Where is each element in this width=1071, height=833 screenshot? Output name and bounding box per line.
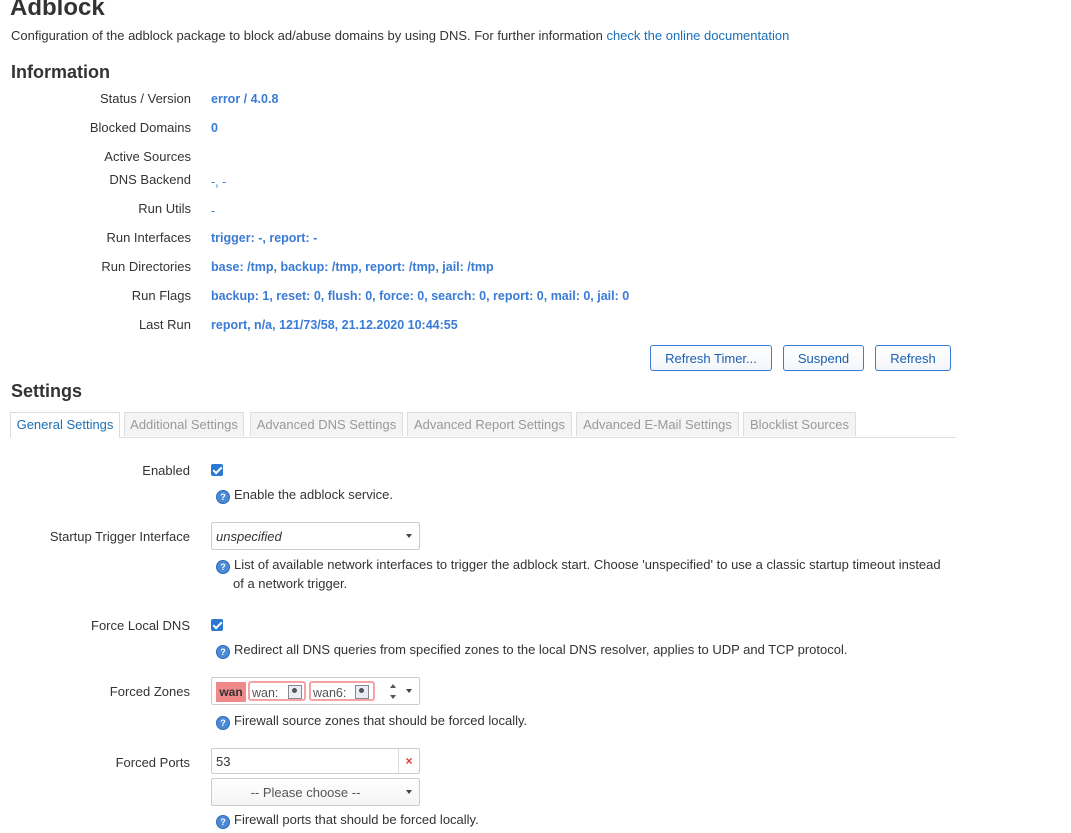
- info-value: error / 4.0.8: [211, 92, 279, 106]
- zone-wan-active[interactable]: wan: [216, 682, 246, 702]
- help-icon: ?: [216, 560, 230, 574]
- info-label: Run Directories: [101, 259, 191, 274]
- info-row-run-directories: Run Directories base: /tmp, backup: /tmp…: [0, 259, 700, 279]
- refresh-button[interactable]: Refresh: [875, 345, 951, 371]
- info-value: trigger: -, report: -: [211, 231, 318, 245]
- info-value: base: /tmp, backup: /tmp, report: /tmp, …: [211, 260, 494, 274]
- page-description: Configuration of the adblock package to …: [11, 28, 789, 43]
- force-local-dns-checkbox[interactable]: [211, 619, 223, 631]
- startup-trigger-select[interactable]: unspecified: [211, 522, 420, 550]
- info-value: backup: 1, reset: 0, flush: 0, force: 0,…: [211, 289, 630, 303]
- info-label: Run Utils: [138, 201, 191, 216]
- help-icon: ?: [216, 645, 230, 659]
- remove-port-button[interactable]: ×: [398, 749, 419, 773]
- settings-section-title: Settings: [11, 381, 83, 401]
- force-local-dns-help: ? Redirect all DNS queries from specified…: [216, 640, 946, 659]
- forced-ports-label: Forced Ports: [115, 755, 190, 770]
- info-label: Run Interfaces: [106, 230, 191, 245]
- help-text: Firewall ports that should be forced loc…: [234, 812, 479, 827]
- info-label: Active Sources: [104, 149, 191, 164]
- info-row-status: Status / Version error / 4.0.8: [0, 91, 700, 111]
- info-row-blocked-domains: Blocked Domains 0: [0, 120, 700, 140]
- tab-advanced-email-settings[interactable]: Advanced E-Mail Settings: [576, 412, 739, 436]
- help-icon: ?: [216, 490, 230, 504]
- info-value: -: [211, 204, 216, 218]
- startup-trigger-label: Startup Trigger Interface: [49, 529, 190, 544]
- choose-placeholder: -- Please choose --: [250, 785, 361, 800]
- zone-chip-wan6[interactable]: wan6:: [309, 681, 375, 701]
- info-label: Blocked Domains: [89, 120, 191, 135]
- settings-tabs: General Settings Additional Settings Adv…: [10, 412, 956, 438]
- suspend-button[interactable]: Suspend: [783, 345, 864, 371]
- info-row-run-flags: Run Flags backup: 1, reset: 0, flush: 0,…: [0, 288, 700, 308]
- forced-zones-help: ? Firewall source zones that should be fo…: [216, 711, 946, 730]
- chevron-down-icon: [406, 534, 412, 538]
- info-label: DNS Backend: [109, 172, 191, 187]
- info-label: Last Run: [138, 317, 191, 332]
- help-text: List of available network interfaces to …: [233, 557, 941, 591]
- info-value: report, n/a, 121/73/58, 21.12.2020 10:44…: [211, 318, 458, 332]
- info-value: -, -: [211, 175, 227, 189]
- help-icon: ?: [216, 716, 230, 730]
- enabled-checkbox[interactable]: [211, 464, 223, 476]
- tab-general-settings[interactable]: General Settings: [10, 412, 120, 438]
- help-icon: ?: [216, 815, 230, 829]
- network-icon: [355, 685, 369, 699]
- scroll-down-icon[interactable]: [390, 695, 396, 699]
- info-row-run-utils: Run Utils -: [0, 201, 700, 221]
- information-section-title: Information: [11, 62, 110, 82]
- tab-blocklist-sources[interactable]: Blocklist Sources: [743, 412, 856, 436]
- zone-chip-label: wan:: [252, 686, 279, 700]
- info-label: Run Flags: [131, 288, 191, 303]
- page-title: Adblock: [10, 0, 105, 21]
- startup-trigger-help: ? List of available network interfaces to…: [216, 555, 949, 593]
- forced-zones-select[interactable]: wan wan: wan6:: [211, 677, 420, 705]
- forced-ports-help: ? Firewall ports that should be forced lo…: [216, 810, 946, 829]
- chevron-down-icon: [406, 790, 412, 794]
- startup-trigger-value: unspecified: [216, 529, 282, 544]
- zone-chip-wan[interactable]: wan:: [248, 681, 306, 701]
- info-label: Status / Version: [99, 91, 191, 106]
- help-text: Redirect all DNS queries from specified …: [234, 642, 848, 657]
- tab-advanced-dns-settings[interactable]: Advanced DNS Settings: [250, 412, 403, 436]
- help-text: Firewall source zones that should be for…: [234, 713, 528, 728]
- help-text: Enable the adblock service.: [234, 487, 393, 502]
- info-value: 0: [211, 121, 218, 135]
- info-row-run-interfaces: Run Interfaces trigger: -, report: -: [0, 230, 700, 250]
- page-description-text: Configuration of the adblock package to …: [11, 28, 607, 43]
- info-row-dns-backend: DNS Backend -, -: [0, 172, 700, 192]
- force-local-dns-label: Force Local DNS: [91, 618, 190, 633]
- zone-chip-label: wan6:: [313, 686, 347, 700]
- chevron-down-icon: [406, 689, 412, 693]
- info-row-active-sources: Active Sources: [0, 149, 700, 169]
- tab-additional-settings[interactable]: Additional Settings: [124, 412, 244, 436]
- info-row-last-run: Last Run report, n/a, 121/73/58, 21.12.2…: [0, 317, 700, 337]
- scroll-up-icon[interactable]: [390, 684, 396, 688]
- forced-port-input[interactable]: 53 ×: [211, 748, 420, 774]
- enabled-help: ? Enable the adblock service.: [216, 485, 946, 504]
- tab-advanced-report-settings[interactable]: Advanced Report Settings: [407, 412, 572, 436]
- enabled-label: Enabled: [142, 463, 190, 478]
- refresh-timer-button[interactable]: Refresh Timer...: [650, 345, 772, 371]
- forced-zones-label: Forced Zones: [109, 684, 190, 699]
- forced-port-value: 53: [216, 754, 231, 769]
- documentation-link[interactable]: check the online documentation: [606, 28, 789, 43]
- forced-ports-choose-select[interactable]: -- Please choose --: [211, 778, 420, 806]
- network-icon: [288, 685, 302, 699]
